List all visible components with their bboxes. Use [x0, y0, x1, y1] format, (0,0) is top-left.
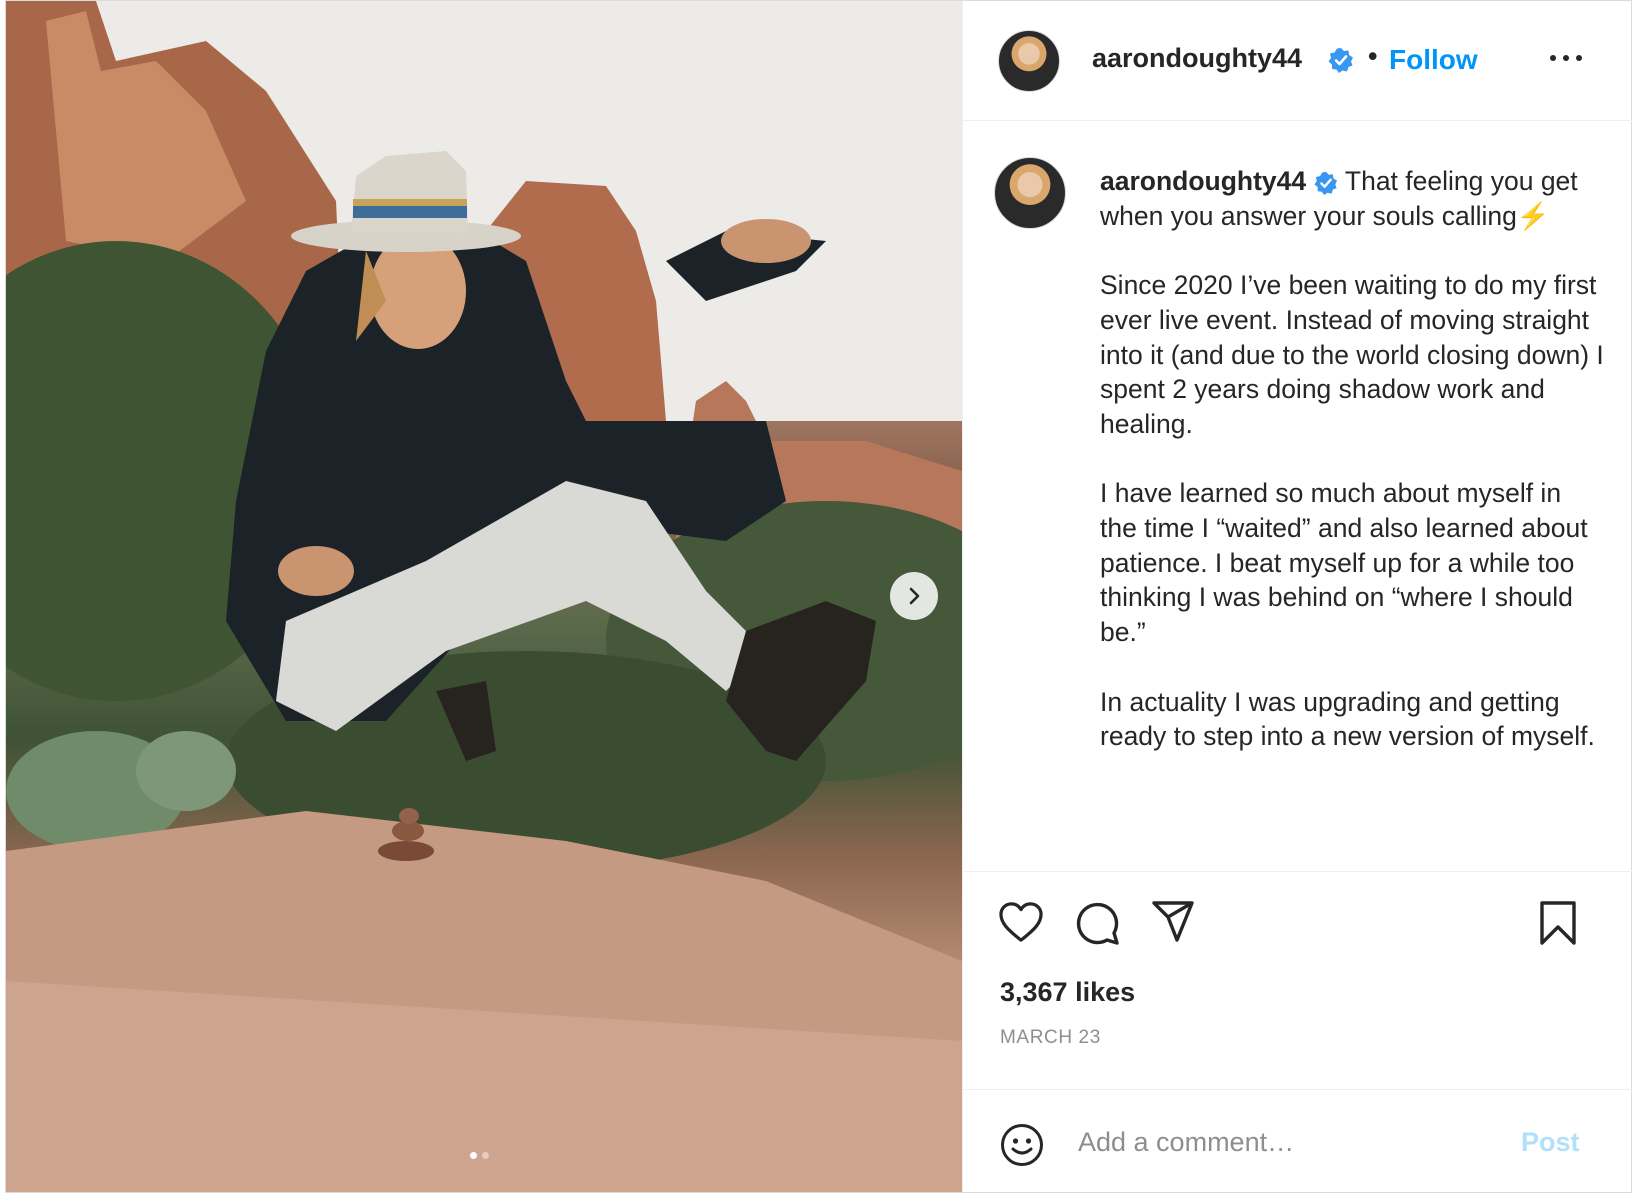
chevron-right-icon [909, 587, 920, 605]
caption-section: aarondoughty44 That feeling you get when… [963, 120, 1632, 869]
caption-paragraph: In actuality I was upgrading and getting… [1100, 686, 1595, 752]
action-bar: 3,367 likes MARCH 23 [963, 871, 1632, 1076]
comment-input[interactable] [1076, 1116, 1510, 1168]
verified-badge-icon [1313, 171, 1337, 195]
post-date[interactable]: MARCH 23 [1000, 1027, 1101, 1049]
paper-plane-icon[interactable] [1151, 900, 1195, 944]
carousel-dot-active [470, 1152, 477, 1159]
caption-first-paragraph: aarondoughty44 That feeling you get when… [1100, 164, 1605, 233]
header-separator: • [1368, 41, 1378, 71]
comment-composer: Post [963, 1089, 1632, 1193]
author-avatar[interactable] [998, 30, 1060, 92]
follow-button[interactable]: Follow [1389, 44, 1478, 76]
post-side-panel: aarondoughty44 • Follow aarondoughty44 T… [962, 1, 1632, 1192]
photo-scene [6, 1, 962, 1192]
post-header: aarondoughty44 • Follow [963, 1, 1632, 121]
carousel-indicator [470, 1152, 489, 1159]
caption-text: aarondoughty44 That feeling you get when… [1100, 164, 1605, 789]
post-dialog: aarondoughty44 • Follow aarondoughty44 T… [5, 0, 1632, 1193]
caption-paragraph: I have learned so much about myself in t… [1100, 478, 1595, 648]
author-username[interactable]: aarondoughty44 [1092, 43, 1302, 74]
caption-author-avatar[interactable] [994, 157, 1066, 229]
verified-badge-icon [1328, 48, 1353, 73]
comment-bubble-icon[interactable] [1074, 900, 1120, 946]
caption-username[interactable]: aarondoughty44 [1100, 166, 1306, 196]
more-options-icon[interactable] [1547, 45, 1585, 71]
emoji-icon[interactable] [1000, 1123, 1044, 1167]
caption-paragraph: Since 2020 I’ve been waiting to do my fi… [1100, 270, 1612, 439]
post-photo[interactable] [6, 1, 962, 1192]
likes-count[interactable]: 3,367 likes [1000, 977, 1135, 1008]
post-comment-button[interactable]: Post [1521, 1127, 1580, 1158]
heart-icon[interactable] [998, 901, 1044, 943]
next-photo-button[interactable] [890, 572, 938, 620]
carousel-dot [482, 1152, 489, 1159]
bookmark-icon[interactable] [1539, 900, 1577, 946]
